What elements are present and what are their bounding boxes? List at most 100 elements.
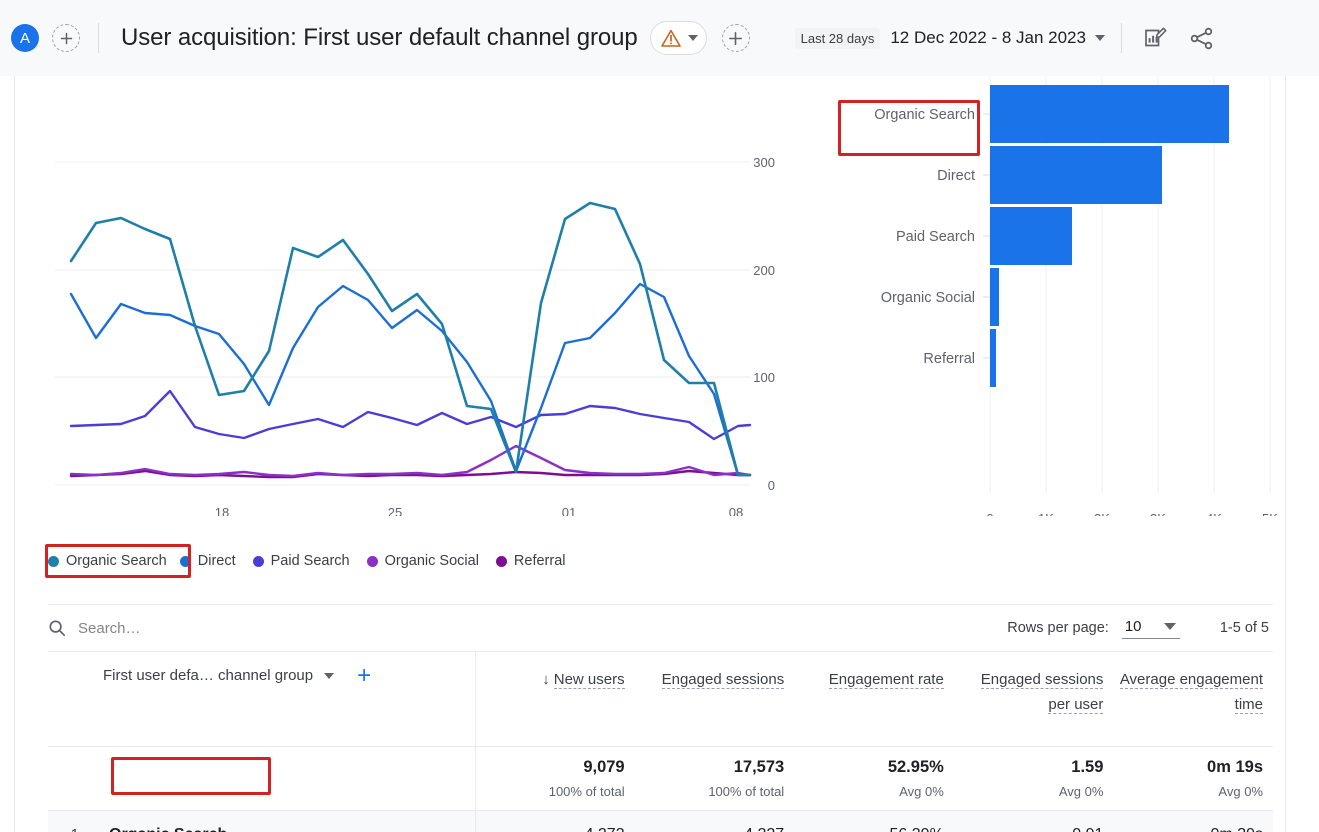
row-index: 1 — [48, 810, 93, 832]
legend-item-organic-social[interactable]: Organic Social — [366, 553, 479, 569]
series-line-paid-search — [69, 389, 752, 441]
metric-label: Engaged sessions per user — [980, 671, 1104, 714]
rows-per-page-select[interactable]: 10 — [1121, 617, 1180, 639]
summary-sub: Avg 0% — [1058, 783, 1104, 799]
dimension-column-header[interactable]: First user defa… channel group + — [48, 652, 476, 747]
summary-sub: Avg 0% — [899, 783, 944, 799]
app-header: A User acquisition: First user default c… — [0, 0, 1319, 76]
x-tick-1k: 1K — [1038, 511, 1054, 516]
metric-label: Engaged sessions — [661, 671, 785, 689]
data-warning-chip[interactable] — [649, 21, 707, 55]
add-account-button[interactable] — [52, 24, 80, 52]
bar-organic-social[interactable] — [990, 268, 999, 326]
date-range-text: 12 Dec 2022 - 8 Jan 2023 — [890, 28, 1086, 47]
summary-sub: 100% of total — [548, 783, 625, 799]
share-icon — [1190, 27, 1213, 49]
sort-descending-icon: ↓ — [542, 671, 550, 688]
bar-organic-search[interactable] — [990, 85, 1229, 143]
summary-value: 52.95% — [887, 757, 944, 776]
row-engaged-sessions: 4,227 — [634, 810, 795, 832]
summary-value: 17,573 — [733, 757, 785, 776]
legend-item-organic-search[interactable]: Organic Search — [48, 553, 167, 569]
pagination-range: 1-5 of 5 — [1219, 620, 1269, 636]
series-line-organic-search — [69, 201, 752, 477]
summary-value: 0m 19s — [1207, 757, 1263, 776]
date-preset-badge: Last 28 days — [794, 27, 881, 49]
x-tick-3k: 3K — [1150, 511, 1166, 516]
y-tick-300: 300 — [753, 155, 775, 170]
legend-color-dot — [48, 555, 59, 567]
summary-sub: 100% of total — [708, 783, 785, 799]
metric-label: Engagement rate — [828, 671, 944, 689]
row-dimension[interactable]: Organic Search — [93, 810, 476, 832]
legend-label: Direct — [197, 553, 236, 569]
legend-item-direct[interactable]: Direct — [179, 553, 236, 569]
series-line-organic-social — [69, 444, 752, 478]
bar-referral[interactable] — [990, 329, 996, 387]
bar-label-direct: Direct — [937, 168, 975, 184]
bar-paid-search[interactable] — [990, 207, 1072, 265]
chevron-down-icon[interactable] — [324, 672, 335, 679]
x-tick-2k: 2K — [1094, 511, 1110, 516]
x-tick-4k: 4K — [1206, 511, 1222, 516]
row-new-users: 4,273 — [475, 810, 635, 832]
chart-legend: Organic Search Direct Paid Search Organi… — [15, 538, 1287, 584]
metric-header-engaged-sessions-per-user[interactable]: Engaged sessions per user — [953, 652, 1114, 747]
x-tick-5k: 5K — [1262, 511, 1278, 516]
rows-per-page-value: 10 — [1124, 617, 1142, 635]
add-dimension-button[interactable]: + — [357, 663, 371, 687]
table-toolbar: Rows per page: 10 1-5 of 5 — [48, 604, 1273, 652]
report-content-card: 300 200 100 0 18 Dec 25 01 Jan 08 — [14, 76, 1286, 832]
y-tick-100: 100 — [753, 370, 775, 385]
legend-label: Referral — [513, 553, 566, 569]
search-box[interactable] — [48, 619, 378, 637]
table-header-row: First user defa… channel group + ↓ New us… — [48, 652, 1273, 747]
share-report-button[interactable] — [1188, 25, 1215, 52]
legend-color-dot — [252, 555, 264, 567]
search-input[interactable] — [78, 619, 378, 637]
summary-cell-average-engagement-time: 0m 19s Avg 0% — [1113, 746, 1273, 811]
metric-header-engaged-sessions[interactable]: Engaged sessions — [634, 652, 795, 747]
summary-dimension-cell — [48, 746, 476, 811]
analytics-report-page: A User acquisition: First user default c… — [0, 0, 1319, 832]
summary-cell-engaged-sessions: 17,573 100% of total — [634, 746, 795, 811]
legend-label: Organic Search — [66, 553, 167, 569]
metric-header-average-engagement-time[interactable]: Average engagement time — [1113, 652, 1273, 747]
y-tick-200: 200 — [753, 263, 775, 278]
account-avatar[interactable]: A — [11, 24, 39, 52]
line-chart[interactable]: 300 200 100 0 18 Dec 25 01 Jan 08 — [15, 76, 790, 537]
legend-item-paid-search[interactable]: Paid Search — [252, 553, 350, 569]
bar-label-referral: Referral — [923, 351, 975, 367]
legend-color-dot — [179, 555, 191, 567]
metric-header-engagement-rate[interactable]: Engagement rate — [794, 652, 954, 747]
legend-label: Organic Social — [384, 553, 479, 569]
summary-cell-new-users: 9,079 100% of total — [475, 746, 635, 811]
pagination-controls: Rows per page: 10 1-5 of 5 — [1007, 618, 1273, 639]
y-tick-0: 0 — [768, 478, 775, 493]
row-engaged-sessions-per-user: 0.91 — [953, 810, 1114, 832]
header-divider — [98, 23, 99, 53]
date-range-picker[interactable]: Last 28 days 12 Dec 2022 - 8 Jan 2023 — [794, 27, 1105, 49]
x-tick-18dec-day: 18 — [215, 505, 229, 516]
legend-color-dot — [495, 555, 507, 567]
x-tick-08: 08 — [729, 505, 743, 516]
legend-label: Paid Search — [270, 553, 350, 569]
chevron-down-icon — [1163, 622, 1176, 630]
charts-region: 300 200 100 0 18 Dec 25 01 Jan 08 — [15, 76, 1287, 537]
add-comparison-button[interactable] — [721, 24, 750, 52]
legend-item-referral[interactable]: Referral — [495, 553, 566, 569]
warning-triangle-icon — [660, 29, 681, 47]
metric-header-new-users[interactable]: ↓ New users — [475, 652, 635, 747]
legend-color-dot — [366, 555, 378, 567]
bar-direct[interactable] — [990, 146, 1162, 204]
edit-report-button[interactable] — [1142, 25, 1168, 51]
search-icon — [49, 620, 66, 637]
bar-chart[interactable]: Organic Search Direct Paid Search Organi… — [790, 76, 1287, 526]
summary-cell-engagement-rate: 52.95% Avg 0% — [794, 746, 954, 811]
series-line-direct — [69, 282, 752, 477]
table-row[interactable]: 1 Organic Search 4,273 4,227 56.39% 0.91… — [48, 810, 1273, 832]
report-table: First user defa… channel group + ↓ New us… — [48, 652, 1273, 832]
bar-label-organic-search: Organic Search — [874, 107, 975, 123]
row-average-engagement-time: 0m 39s — [1113, 810, 1273, 832]
x-tick-25: 25 — [388, 505, 402, 516]
